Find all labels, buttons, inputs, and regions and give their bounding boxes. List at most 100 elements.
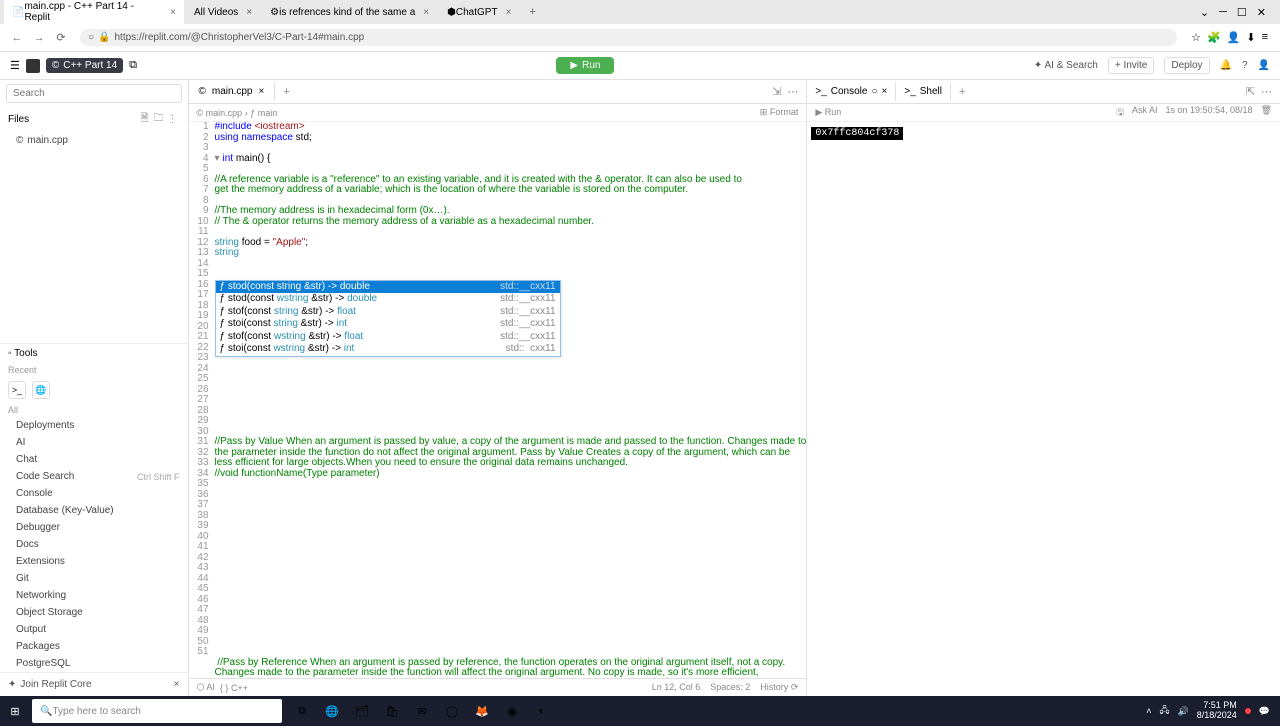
sidebar-item-chat[interactable]: Chat xyxy=(0,451,188,468)
replit-logo[interactable] xyxy=(26,59,40,73)
menu-icon[interactable]: ☰ xyxy=(10,59,20,72)
chevron-down-icon[interactable]: ⌄ xyxy=(1200,6,1209,19)
notifications-icon[interactable]: 🔔 xyxy=(1220,60,1232,71)
search-input[interactable] xyxy=(6,84,182,103)
deploy-button[interactable]: Deploy xyxy=(1164,57,1209,74)
more-icon[interactable]: ⋯ xyxy=(787,85,798,98)
split-icon[interactable]: ⇲ xyxy=(772,85,781,98)
avatar[interactable]: 👤 xyxy=(1258,60,1270,71)
account-icon[interactable]: 👤 xyxy=(1227,31,1241,44)
tab-console[interactable]: >_Console ○ × xyxy=(807,82,896,101)
save-icon[interactable]: 🖫 xyxy=(1116,105,1124,121)
run-indicator[interactable]: ▶ Run xyxy=(815,107,841,118)
mail-icon[interactable]: ✉ xyxy=(408,696,436,726)
spaces-setting[interactable]: Spaces: 2 xyxy=(710,682,750,693)
start-button[interactable]: ⊞ xyxy=(0,696,30,726)
maximize-icon[interactable]: ☐ xyxy=(1237,6,1247,19)
format-button[interactable]: ⊞ Format xyxy=(760,107,799,118)
browser-tab-refs[interactable]: ⚙ is refrences kind of the same a× xyxy=(262,4,437,21)
sidebar-item-debugger[interactable]: Debugger xyxy=(0,519,188,536)
back-button[interactable]: ← xyxy=(6,27,28,49)
steam-icon[interactable]: ◐ xyxy=(528,696,556,726)
browser-tab-videos[interactable]: All Videos× xyxy=(186,4,260,21)
notifications-icon[interactable]: 💬 xyxy=(1259,706,1270,717)
close-window-icon[interactable]: ✕ xyxy=(1257,6,1266,19)
add-tab-button[interactable]: + xyxy=(521,6,543,18)
autocomplete-popup[interactable]: ƒ stod(const string &str) -> doublestd::… xyxy=(215,280,561,357)
ask-ai-button[interactable]: Ask AI xyxy=(1132,105,1158,121)
reload-button[interactable]: ⟳ xyxy=(50,27,72,49)
file-tab-main[interactable]: © main.cpp × xyxy=(189,82,276,101)
cursor-position[interactable]: Ln 12, Col 6 xyxy=(652,682,701,693)
close-icon[interactable]: × xyxy=(882,86,888,97)
sidebar-item-extensions[interactable]: Extensions xyxy=(0,553,188,570)
network-icon[interactable]: 🖧 xyxy=(1159,703,1169,719)
sidebar-item-console[interactable]: Console xyxy=(0,485,188,502)
volume-icon[interactable]: 🔊 xyxy=(1178,706,1189,717)
app2-icon[interactable]: ◉ xyxy=(498,696,526,726)
code-editor[interactable]: 1234567891011121314151617181920212223242… xyxy=(189,122,807,678)
ai-search-button[interactable]: ✦ AI & Search xyxy=(1034,60,1098,71)
invite-button[interactable]: + Invite xyxy=(1108,57,1155,74)
close-icon[interactable]: × xyxy=(506,7,512,18)
close-icon[interactable]: × xyxy=(258,86,264,97)
more-icon[interactable]: ⋯ xyxy=(1261,85,1272,98)
project-selector[interactable]: © C++ Part 14 xyxy=(46,58,123,73)
close-icon[interactable]: × xyxy=(423,7,429,18)
file-item-main[interactable]: © main.cpp xyxy=(0,132,188,149)
run-button[interactable]: ▶ Run xyxy=(556,57,614,74)
autocomplete-item[interactable]: ƒ stod(const string &str) -> doublestd::… xyxy=(216,281,560,294)
edge-icon[interactable]: 🌐 xyxy=(318,696,346,726)
sidebar-item-networking[interactable]: Networking xyxy=(0,587,188,604)
close-icon[interactable]: × xyxy=(170,7,176,18)
sidebar-item-ai[interactable]: AI xyxy=(0,434,188,451)
sidebar-item-postgresql[interactable]: PostgreSQL xyxy=(0,655,188,672)
tab-shell[interactable]: >_Shell xyxy=(896,82,951,101)
code-body[interactable]: #include <iostream> using namespace std;… xyxy=(215,122,807,678)
sidebar-item-packages[interactable]: Packages xyxy=(0,638,188,655)
more-icon[interactable]: ⋮ xyxy=(166,114,180,125)
new-file-icon[interactable]: 🗎 xyxy=(138,111,152,128)
copy-icon[interactable]: ⧉ xyxy=(129,59,137,72)
trash-icon[interactable]: 🗑 xyxy=(1261,105,1272,121)
globe-tool-icon[interactable]: 🌐 xyxy=(32,381,50,399)
firefox-icon[interactable]: 🦊 xyxy=(468,696,496,726)
ai-status[interactable]: ⬡ AI xyxy=(197,682,215,693)
add-tab-button[interactable]: + xyxy=(275,86,297,98)
breadcrumb-file[interactable]: © main.cpp xyxy=(197,108,243,118)
sidebar-item-git[interactable]: Git xyxy=(0,570,188,587)
sidebar-item-object-storage[interactable]: Object Storage xyxy=(0,604,188,621)
store-icon[interactable]: 🛍 xyxy=(378,696,406,726)
lang-status[interactable]: { } C++ xyxy=(220,683,248,693)
download-icon[interactable]: ⬇ xyxy=(1246,31,1255,44)
forward-button[interactable]: → xyxy=(28,27,50,49)
autocomplete-item[interactable]: ƒ stof(const wstring &str) -> floatstd::… xyxy=(216,331,560,344)
sidebar-item-code-search[interactable]: Code SearchCtrl Shift F xyxy=(0,468,188,485)
autocomplete-item[interactable]: ƒ stod(const wstring &str) -> doublestd:… xyxy=(216,293,560,306)
minimize-icon[interactable]: ─ xyxy=(1219,6,1227,19)
star-icon[interactable]: ☆ xyxy=(1191,31,1201,44)
new-folder-icon[interactable]: 🗀 xyxy=(152,111,166,128)
console-output[interactable]: 0x7ffc804cf378 xyxy=(807,122,1280,696)
autocomplete-item[interactable]: ƒ stoi(const string &str) -> intstd::__c… xyxy=(216,318,560,331)
browser-tab-replit[interactable]: 📄 main.cpp - C++ Part 14 - Replit× xyxy=(4,0,184,26)
app-icon[interactable]: ◯ xyxy=(438,696,466,726)
sidebar-item-deployments[interactable]: Deployments xyxy=(0,417,188,434)
history-button[interactable]: History ⟳ xyxy=(760,682,798,693)
join-replit-core[interactable]: ✦ Join Replit Core× xyxy=(0,672,188,696)
sidebar-item-database[interactable]: Database (Key-Value) xyxy=(0,502,188,519)
url-bar[interactable]: ○🔒https://replit.com/@ChristopherVel3/C-… xyxy=(80,29,1177,46)
tray-chevron-icon[interactable]: ˄ xyxy=(1146,706,1151,716)
help-icon[interactable]: ? xyxy=(1242,60,1248,71)
extensions-icon[interactable]: 🧩 xyxy=(1207,31,1221,44)
expand-icon[interactable]: ⇱ xyxy=(1246,85,1255,98)
add-tab-button[interactable]: + xyxy=(951,86,973,98)
explorer-icon[interactable]: 🗂 xyxy=(348,696,376,726)
close-icon[interactable]: × xyxy=(246,7,252,18)
clock[interactable]: 7:51 PM 8/18/2024 xyxy=(1197,701,1237,721)
task-view-icon[interactable]: ⧉ xyxy=(288,696,316,726)
taskbar-search[interactable]: 🔍 Type here to search xyxy=(32,699,282,723)
sidebar-item-output[interactable]: Output xyxy=(0,621,188,638)
breadcrumb-symbol[interactable]: ƒ main xyxy=(250,108,277,118)
menu-icon[interactable]: ≡ xyxy=(1262,31,1268,44)
